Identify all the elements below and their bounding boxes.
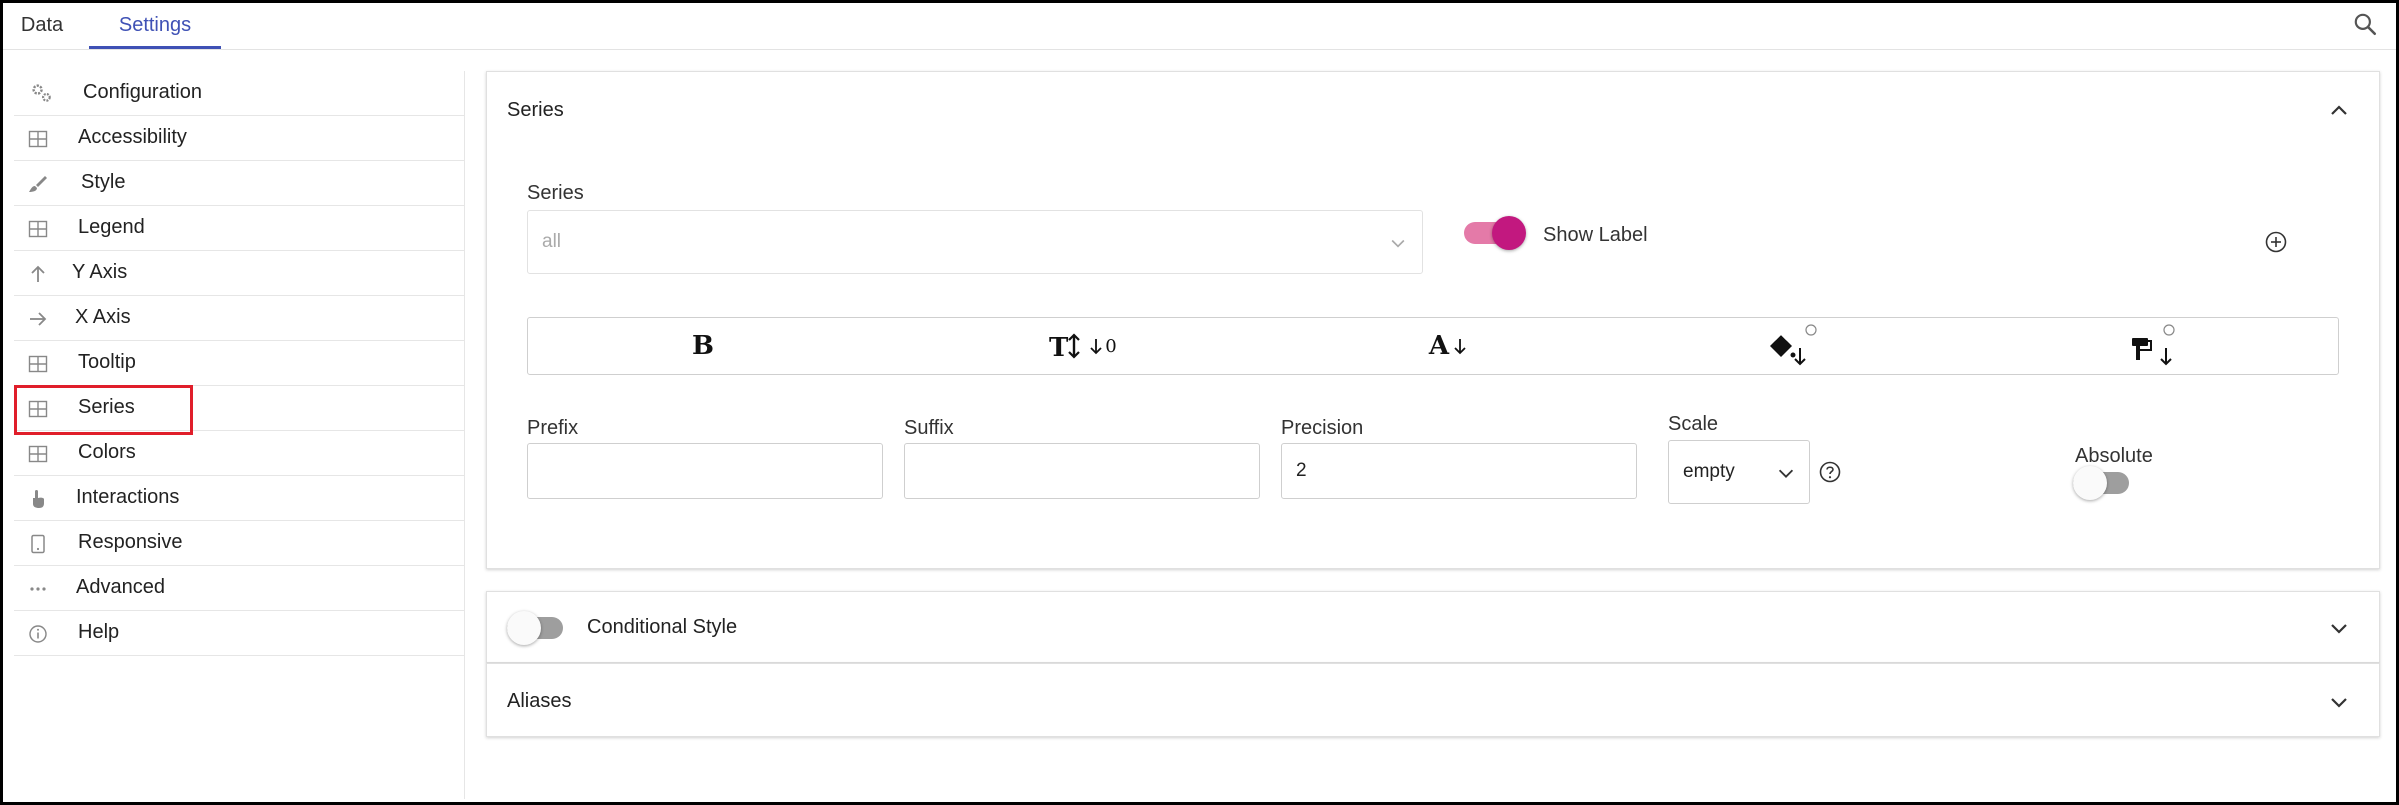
aliases-label: Aliases <box>507 690 572 712</box>
sidebar-item-label: Y Axis <box>72 261 128 283</box>
svg-text:T: T <box>1049 333 1069 360</box>
paint-bucket-icon <box>1770 324 1817 366</box>
sidebar-item-label: Responsive <box>78 531 183 553</box>
bold-button[interactable]: B <box>668 318 738 374</box>
font-color-button[interactable]: A <box>1408 318 1488 374</box>
background-color-button[interactable] <box>2113 318 2193 374</box>
pointer-hand-icon <box>33 490 44 508</box>
help-circle-icon[interactable] <box>1818 460 1842 484</box>
sidebar-item-label: Colors <box>78 441 136 463</box>
arrow-down-icon <box>1090 339 1102 355</box>
sidebar-item-label: Accessibility <box>78 126 187 148</box>
sidebar-divider <box>464 71 465 799</box>
series-select-label: Series <box>527 182 584 204</box>
prefix-label: Prefix <box>527 417 579 439</box>
sidebar-item-label: Interactions <box>76 486 180 508</box>
sidebar-item-legend[interactable]: Legend <box>14 206 465 251</box>
sidebar-item-label: Advanced <box>76 576 165 598</box>
panel-title: Series <box>507 99 564 121</box>
sidebar-item-tooltip[interactable]: Tooltip <box>14 341 465 386</box>
brush-icon <box>29 176 47 192</box>
sidebar-item-interactions[interactable]: Interactions <box>14 476 465 521</box>
suffix-label: Suffix <box>904 417 954 439</box>
text-size-icon: T <box>1049 333 1081 360</box>
show-label-text: Show Label <box>1543 224 1648 246</box>
chevron-down-icon <box>1778 469 1794 478</box>
sidebar-item-label: X Axis <box>75 306 131 328</box>
font-color-letter: A <box>1428 331 1450 361</box>
gears-icon <box>32 84 51 102</box>
sidebar-item-accessibility[interactable]: Accessibility <box>14 116 465 161</box>
fill-color-button[interactable] <box>1753 318 1833 374</box>
toggle-thumb <box>507 611 541 645</box>
font-size-value: 0 <box>1105 335 1117 357</box>
conditional-style-toggle[interactable] <box>507 611 569 645</box>
arrow-right-icon <box>30 312 47 326</box>
sidebar-item-configuration[interactable]: Configuration <box>14 71 465 116</box>
sidebar-item-series[interactable]: Series <box>14 386 465 431</box>
bold-label: B <box>692 331 714 361</box>
scale-select[interactable]: empty <box>1668 440 1810 504</box>
conditional-style-label: Conditional Style <box>587 616 738 638</box>
tablet-icon <box>31 534 45 554</box>
conditional-style-panel: Conditional Style <box>486 591 2380 663</box>
info-icon <box>29 625 47 643</box>
toggle-thumb <box>1492 216 1526 250</box>
sidebar-item-help[interactable]: Help <box>14 611 465 656</box>
font-size-button[interactable]: T 0 <box>1028 318 1138 374</box>
precision-input[interactable]: 2 <box>1281 443 1637 499</box>
grid-icon <box>28 400 48 418</box>
sidebar-item-label: Help <box>78 621 120 643</box>
sidebar-item-responsive[interactable]: Responsive <box>14 521 465 566</box>
paint-roller-icon <box>2132 324 2175 366</box>
sidebar-item-advanced[interactable]: Advanced <box>14 566 465 611</box>
label-format-toolbar: B T 0 A <box>527 317 2339 375</box>
more-horizontal-icon <box>30 587 46 591</box>
sidebar-item-colors[interactable]: Colors <box>14 431 465 476</box>
chevron-down-icon[interactable] <box>2327 616 2351 640</box>
toggle-thumb <box>2073 466 2107 500</box>
suffix-input[interactable] <box>904 443 1260 499</box>
chevron-down-icon <box>1391 239 1405 248</box>
sidebar-item-y-axis[interactable]: Y Axis <box>14 251 465 296</box>
series-select-value: all <box>542 231 562 252</box>
show-label-toggle[interactable] <box>1464 216 1526 250</box>
scale-label: Scale <box>1668 413 1719 435</box>
search-icon[interactable] <box>2352 11 2378 37</box>
absolute-label: Absolute <box>2075 445 2153 467</box>
aliases-panel: Aliases <box>486 663 2380 737</box>
precision-label: Precision <box>1281 417 1364 439</box>
prefix-input[interactable] <box>527 443 883 499</box>
sidebar-item-label: Tooltip <box>78 351 136 373</box>
top-tab-bar: Data Settings <box>3 3 2396 50</box>
sidebar-item-label: Legend <box>78 216 145 238</box>
chevron-up-icon[interactable] <box>2327 99 2351 123</box>
settings-sidebar: Configuration Accessibility Style Legend… <box>14 71 465 656</box>
arrow-up-icon <box>31 265 45 282</box>
sidebar-item-label: Configuration <box>83 81 202 103</box>
grid-icon <box>28 220 48 238</box>
grid-icon <box>28 445 48 463</box>
grid-icon <box>28 130 48 148</box>
series-select[interactable]: all <box>527 210 1423 274</box>
add-circle-icon[interactable] <box>2264 230 2288 254</box>
chevron-down-icon[interactable] <box>2327 690 2351 714</box>
absolute-toggle[interactable] <box>2073 466 2135 500</box>
sidebar-item-label: Style <box>81 171 126 193</box>
tab-settings[interactable]: Settings <box>89 3 221 49</box>
sidebar-item-label: Series <box>78 396 135 418</box>
grid-icon <box>28 355 48 373</box>
sidebar-item-style[interactable]: Style <box>14 161 465 206</box>
arrow-down-icon <box>1454 339 1466 355</box>
sidebar-item-x-axis[interactable]: X Axis <box>14 296 465 341</box>
scale-select-value: empty <box>1683 461 1735 482</box>
tab-data[interactable]: Data <box>3 3 81 49</box>
